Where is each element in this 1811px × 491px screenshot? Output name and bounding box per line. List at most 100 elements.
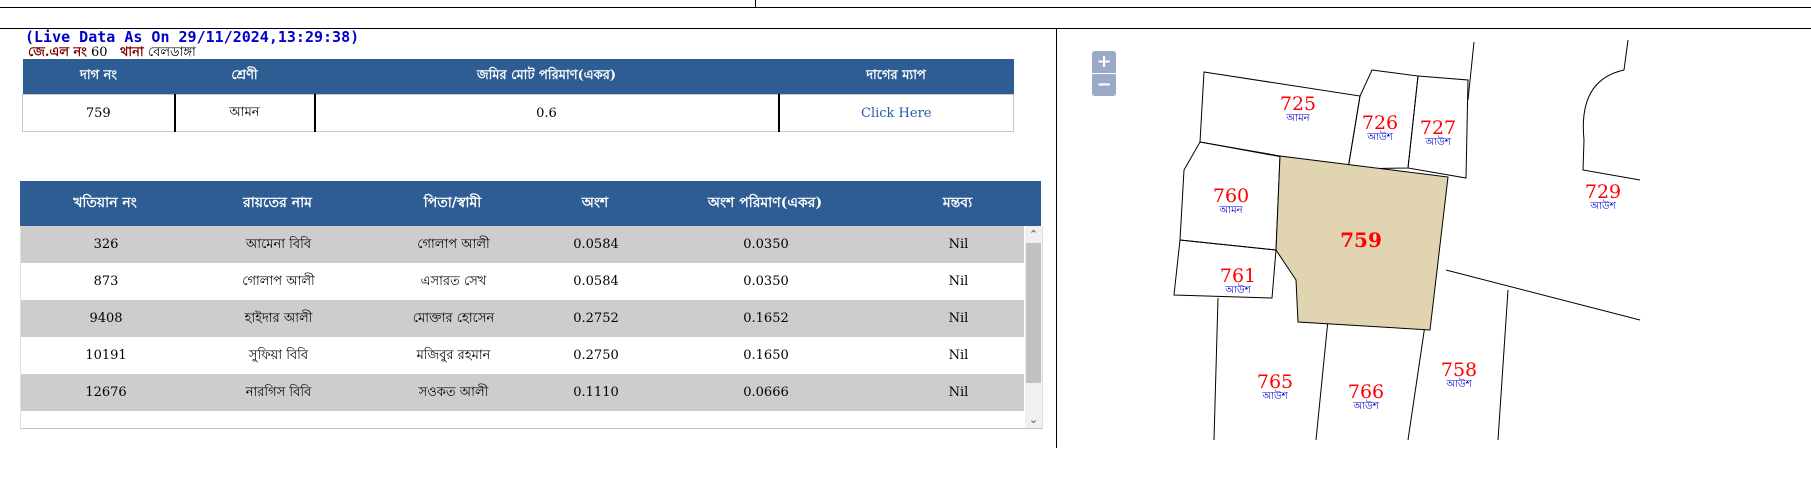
khatian-cell: 873 bbox=[93, 274, 119, 289]
share-area-cell: 0.1652 bbox=[743, 311, 789, 326]
plot-label-766: 766 আউশ bbox=[1341, 382, 1391, 412]
col-remark: মন্তব্য bbox=[942, 195, 973, 211]
strip-line-2 bbox=[1315, 319, 1329, 441]
share-area-cell: 0.0350 bbox=[743, 237, 789, 252]
remark-cell: Nil bbox=[948, 385, 969, 400]
col-owner-name: রায়তের নাম bbox=[243, 195, 312, 211]
col-share: অংশ bbox=[581, 195, 609, 211]
col-khatian-no: খতিয়ান নং bbox=[73, 195, 137, 211]
share-area-cell: 0.0350 bbox=[743, 274, 789, 289]
plot-number: 761 bbox=[1219, 265, 1257, 287]
plot-label-761: 761 আউশ bbox=[1213, 266, 1263, 296]
col-dag-map: দাগের ম্যাপ bbox=[778, 59, 1014, 95]
father-cell: সওকত আলী bbox=[418, 385, 489, 400]
plot-class: আউশ bbox=[1225, 285, 1251, 296]
plot-label-758: 758 আউশ bbox=[1434, 360, 1484, 390]
table-row: 873 গোলাপ আলী এসারত সেখ 0.0584 0.0350 Ni… bbox=[21, 263, 1024, 300]
plot-label-760: 760 আমন bbox=[1206, 186, 1256, 216]
col-father-husband: পিতা/স্বামী bbox=[423, 195, 482, 211]
top-rule-tick bbox=[755, 0, 756, 8]
plot-number: 766 bbox=[1347, 381, 1385, 403]
khatian-table-header: খতিয়ান নং রায়তের নাম পিতা/স্বামী অংশ অ… bbox=[20, 181, 1041, 226]
plot-label-765: 765 আউশ bbox=[1250, 372, 1300, 402]
share-cell: 0.1110 bbox=[573, 385, 619, 400]
zoom-out-button[interactable]: − bbox=[1092, 74, 1116, 96]
road-line-b bbox=[1445, 269, 1641, 321]
plot-number: 729 bbox=[1584, 181, 1622, 203]
col-share-area: অংশ পরিমাণ(একর) bbox=[707, 195, 823, 211]
owner-cell: সুফিয়া বিবি bbox=[248, 348, 309, 363]
thana-value: বেলডাঙ্গা bbox=[147, 45, 196, 60]
remark-cell: Nil bbox=[948, 237, 969, 252]
scrollbar-thumb[interactable] bbox=[1026, 243, 1041, 383]
remark-cell: Nil bbox=[948, 311, 969, 326]
top-rule bbox=[0, 7, 1811, 8]
dag-no-cell: 759 bbox=[22, 94, 176, 132]
plot-number: 726 bbox=[1361, 112, 1399, 134]
owner-cell: গোলাপ আলী bbox=[242, 274, 315, 289]
jl-value: 60 bbox=[91, 45, 108, 60]
plot-number: 760 bbox=[1212, 185, 1250, 207]
col-total-area: জমির মোট পরিমাণ(একর) bbox=[314, 59, 779, 95]
thana-label: থানা bbox=[119, 45, 144, 60]
plot-class: আউশ bbox=[1367, 132, 1393, 143]
area-cell: 0.6 bbox=[314, 94, 780, 132]
share-area-cell: 0.1650 bbox=[743, 348, 789, 363]
share-cell: 0.2750 bbox=[573, 348, 619, 363]
owner-cell: আমেনা বিবি bbox=[245, 237, 312, 252]
owner-cell: হাইদার আলী bbox=[244, 311, 313, 326]
khatian-cell: 12676 bbox=[85, 385, 127, 400]
plot-label-726: 726 আউশ bbox=[1355, 113, 1405, 143]
dag-table: দাগ নং শ্রেণী জমির মোট পরিমাণ(একর) দাগের… bbox=[22, 59, 1014, 132]
plot-class: আউশ bbox=[1262, 391, 1288, 402]
khatian-cell: 9408 bbox=[89, 311, 123, 326]
share-cell: 0.0584 bbox=[573, 237, 619, 252]
chevron-down-icon[interactable]: ⌄ bbox=[1025, 411, 1042, 428]
plot-class: আউশ bbox=[1446, 379, 1472, 390]
col-dag-no: দাগ নং bbox=[22, 59, 175, 95]
remark-cell: Nil bbox=[948, 348, 969, 363]
plot-number: 727 bbox=[1419, 117, 1457, 139]
plot-number: 765 bbox=[1256, 371, 1294, 393]
click-here-link[interactable]: Click Here bbox=[778, 94, 1014, 132]
class-cell: আমন bbox=[174, 94, 316, 132]
plot-label-759: 759 bbox=[1331, 228, 1391, 252]
plot-number: 758 bbox=[1440, 359, 1478, 381]
father-cell: গোলাপ আলী bbox=[417, 237, 490, 252]
strip-line-4 bbox=[1497, 289, 1509, 441]
khatian-cell: 326 bbox=[93, 237, 119, 252]
plot-label-729: 729 আউশ bbox=[1578, 182, 1628, 212]
table-row: 9408 হাইদার আলী মোক্তার হোসেন 0.2752 0.1… bbox=[21, 300, 1024, 337]
owner-cell: নারগিস বিবি bbox=[245, 385, 312, 400]
remark-cell: Nil bbox=[948, 274, 969, 289]
plot-class: আমন bbox=[1286, 113, 1310, 124]
share-cell: 0.0584 bbox=[573, 274, 619, 289]
plot-class: আউশ bbox=[1425, 137, 1451, 148]
panel-divider bbox=[1056, 28, 1057, 448]
dag-table-header: দাগ নং শ্রেণী জমির মোট পরিমাণ(একর) দাগের… bbox=[22, 59, 1014, 95]
father-cell: এসারত সেখ bbox=[420, 274, 487, 289]
plot-label-725: 725 আমন bbox=[1268, 94, 1328, 124]
father-cell: মজিবুর রহমান bbox=[416, 348, 491, 363]
plot-class: আউশ bbox=[1353, 401, 1379, 412]
share-cell: 0.2752 bbox=[573, 311, 619, 326]
strip-line-1 bbox=[1213, 297, 1219, 441]
plot-outline-729 bbox=[1582, 39, 1641, 181]
table-row: 326 আমেনা বিবি গোলাপ আলী 0.0584 0.0350 N… bbox=[21, 226, 1024, 263]
share-area-cell: 0.0666 bbox=[743, 385, 789, 400]
plot-label-727: 727 আউশ bbox=[1413, 118, 1463, 148]
col-class: শ্রেণী bbox=[174, 59, 315, 95]
chevron-up-icon[interactable]: ⌃ bbox=[1025, 226, 1042, 243]
khatian-cell: 10191 bbox=[85, 348, 127, 363]
plot-number: 725 bbox=[1279, 93, 1317, 115]
dag-map[interactable]: 725 আমন 726 আউশ 727 আউশ 760 আমন 729 আউশ … bbox=[1058, 30, 1811, 450]
father-cell: মোক্তার হোসেন bbox=[412, 311, 495, 326]
dag-table-row: 759 আমন 0.6 Click Here bbox=[22, 94, 1014, 132]
plot-class: আউশ bbox=[1590, 201, 1616, 212]
khatian-table-body: 326 আমেনা বিবি গোলাপ আলী 0.0584 0.0350 N… bbox=[20, 226, 1043, 429]
zoom-in-button[interactable]: + bbox=[1092, 51, 1116, 73]
khatian-rows: 326 আমেনা বিবি গোলাপ আলী 0.0584 0.0350 N… bbox=[21, 226, 1024, 411]
table-row: 10191 সুফিয়া বিবি মজিবুর রহমান 0.2750 0… bbox=[21, 337, 1024, 374]
table-scrollbar[interactable]: ⌃ ⌄ bbox=[1025, 226, 1042, 428]
plot-number-selected: 759 bbox=[1340, 228, 1382, 252]
